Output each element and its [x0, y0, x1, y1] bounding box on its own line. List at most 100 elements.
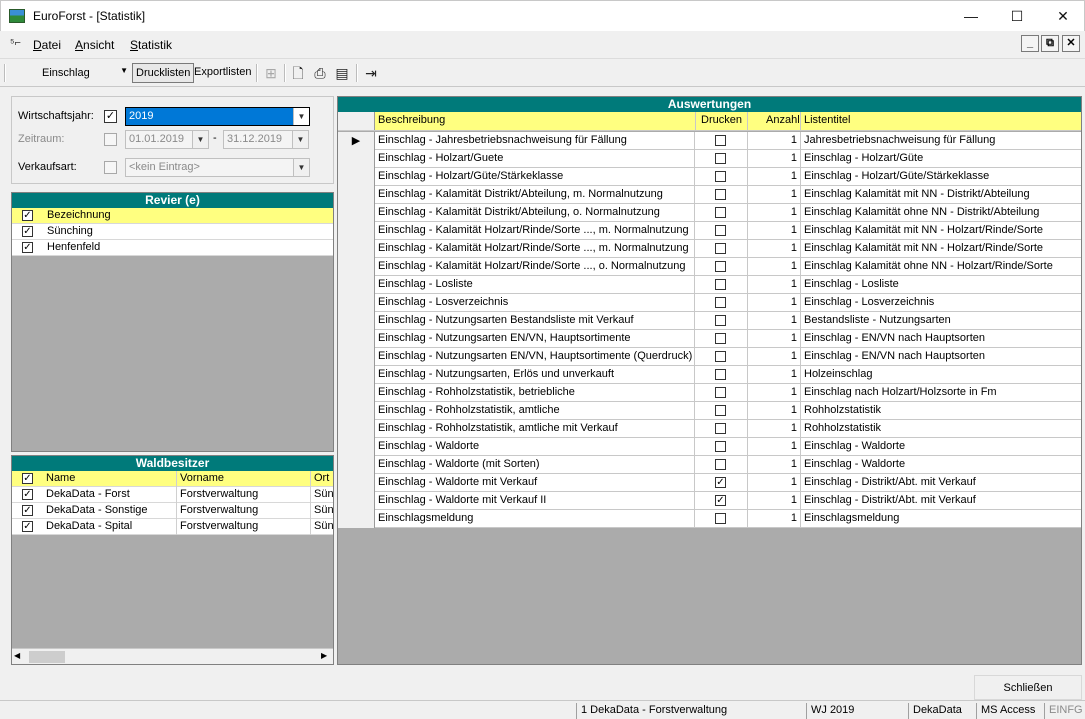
mdi-close-button[interactable]: ✕ [1062, 35, 1080, 52]
schliessen-button[interactable]: Schließen [974, 675, 1082, 700]
select-all-checkbox[interactable]: ✓ [22, 473, 33, 484]
row-indicator[interactable]: ▶ [338, 132, 375, 150]
column-anzahl[interactable]: Anzahl [766, 114, 800, 126]
drucken-checkbox[interactable] [715, 459, 726, 470]
row-indicator[interactable] [338, 366, 375, 384]
report-row[interactable]: Einschlag - Kalamität Holzart/Rinde/Sort… [338, 222, 1081, 240]
drucken-checkbox[interactable] [715, 261, 726, 272]
report-row[interactable]: Einschlag - Waldorte mit Verkauf II ✓ 1 Ein… [338, 492, 1081, 510]
wirtschaftsjahr-checkbox[interactable]: ✓ [104, 110, 117, 123]
wirtschaftsjahr-select[interactable]: 2019 ▼ [125, 107, 310, 126]
report-row[interactable]: Einschlag - Kalamität Holzart/Rinde/Sort… [338, 258, 1081, 276]
row-indicator[interactable] [338, 204, 375, 222]
drucken-checkbox[interactable] [715, 333, 726, 344]
report-row[interactable]: Einschlag - Nutzungsarten Bestandsliste … [338, 312, 1081, 330]
drucken-checkbox[interactable]: ✓ [715, 477, 726, 488]
report-row[interactable]: Einschlag - Kalamität Holzart/Rinde/Sort… [338, 240, 1081, 258]
report-row[interactable]: Einschlag - Kalamität Distrikt/Abteilung… [338, 204, 1081, 222]
horizontal-scrollbar[interactable]: ◀ ▶ [12, 648, 333, 664]
drucken-checkbox[interactable] [715, 315, 726, 326]
row-checkbox[interactable]: ✓ [22, 226, 33, 237]
row-indicator[interactable] [338, 186, 375, 204]
row-indicator[interactable] [338, 222, 375, 240]
row-indicator[interactable] [338, 276, 375, 294]
table-row[interactable]: ✓ DekaData - Spital Forstverwaltung Süne [12, 519, 333, 535]
row-indicator[interactable] [338, 240, 375, 258]
tab-drucklisten[interactable]: Drucklisten [132, 63, 195, 83]
verkaufsart-checkbox[interactable] [104, 161, 117, 174]
printer-settings-icon[interactable]: ▤ [333, 64, 351, 82]
row-indicator[interactable] [338, 474, 375, 492]
select-all-checkbox[interactable]: ✓ [22, 210, 33, 221]
drucken-checkbox[interactable] [715, 387, 726, 398]
list-icon[interactable]: ⊞ [262, 64, 280, 82]
menu-statistik[interactable]: Statistik [130, 38, 172, 52]
row-indicator[interactable] [338, 510, 375, 528]
drucken-checkbox[interactable] [715, 351, 726, 362]
row-indicator[interactable] [338, 258, 375, 276]
report-row[interactable]: Einschlag - Losverzeichnis 1 Einschlag - L… [338, 294, 1081, 312]
table-row[interactable]: ✓ DekaData - Sonstige Forstverwaltung Sü… [12, 503, 333, 519]
report-row[interactable]: Einschlag - Waldorte mit Verkauf ✓ 1 Einsch… [338, 474, 1081, 492]
row-indicator[interactable] [338, 456, 375, 474]
report-row[interactable]: Einschlag - Rohholzstatistik, amtliche 1 R… [338, 402, 1081, 420]
row-indicator[interactable] [338, 168, 375, 186]
mdi-minimize-button[interactable]: _ [1021, 35, 1039, 52]
drucken-checkbox[interactable] [715, 369, 726, 380]
drucken-checkbox[interactable] [715, 279, 726, 290]
column-beschreibung[interactable]: Beschreibung [378, 114, 445, 126]
menu-datei[interactable]: Datei [33, 38, 61, 52]
report-row[interactable]: Einschlag - Nutzungsarten EN/VN, Hauptso… [338, 330, 1081, 348]
print-preview-icon[interactable]: 🗋 [289, 64, 307, 82]
row-indicator[interactable] [338, 420, 375, 438]
menu-ansicht[interactable]: Ansicht [75, 38, 114, 52]
waldbesitzer-header-row[interactable]: ✓ Name Vorname Ort [12, 471, 333, 487]
printer-icon[interactable]: ⎙ [311, 64, 329, 82]
row-indicator[interactable] [338, 402, 375, 420]
row-indicator[interactable] [338, 330, 375, 348]
row-checkbox[interactable]: ✓ [22, 505, 33, 516]
row-indicator[interactable] [338, 438, 375, 456]
verkaufsart-select[interactable]: <kein Eintrag> ▼ [125, 158, 310, 177]
report-row[interactable]: Einschlag - Losliste 1 Einschlag - Loslist… [338, 276, 1081, 294]
table-row[interactable]: ✓ Henfenfeld [12, 240, 333, 256]
revier-header-row[interactable]: ✓ Bezeichnung [12, 208, 333, 224]
row-checkbox[interactable]: ✓ [22, 521, 33, 532]
report-row[interactable]: ▶ Einschlag - Jahresbetriebsnachweisung f… [338, 132, 1081, 150]
zeitraum-from-field[interactable]: 01.01.2019 ▼ [125, 130, 209, 149]
scroll-right-icon[interactable]: ▶ [321, 651, 327, 660]
row-indicator[interactable] [338, 492, 375, 510]
row-indicator[interactable] [338, 150, 375, 168]
report-row[interactable]: Einschlag - Rohholzstatistik, betrieblic… [338, 384, 1081, 402]
drucken-checkbox[interactable] [715, 243, 726, 254]
drucken-checkbox[interactable] [715, 297, 726, 308]
report-row[interactable]: Einschlag - Holzart/Güte/Stärkeklasse 1 Ei… [338, 168, 1081, 186]
scroll-left-icon[interactable]: ◀ [14, 651, 20, 660]
maximize-button[interactable]: ☐ [994, 1, 1040, 31]
column-ort[interactable]: Ort [311, 471, 333, 487]
drucken-checkbox[interactable] [715, 423, 726, 434]
drucken-checkbox[interactable] [715, 225, 726, 236]
report-row[interactable]: Einschlagsmeldung 1 Einschlagsmeldung [338, 510, 1081, 528]
report-row[interactable]: Einschlag - Waldorte 1 Einschlag - Waldort… [338, 438, 1081, 456]
row-indicator[interactable] [338, 348, 375, 366]
report-row[interactable]: Einschlag - Nutzungsarten EN/VN, Hauptso… [338, 348, 1081, 366]
row-checkbox[interactable]: ✓ [22, 489, 33, 500]
report-category-select[interactable]: Einschlag ▼ [10, 63, 128, 83]
drucken-checkbox[interactable] [715, 135, 726, 146]
table-row[interactable]: ✓ DekaData - Forst Forstverwaltung Süne [12, 487, 333, 503]
report-row[interactable]: Einschlag - Kalamität Distrikt/Abteilung… [338, 186, 1081, 204]
row-indicator[interactable] [338, 312, 375, 330]
exit-icon[interactable]: ⇥ [362, 64, 380, 82]
minimize-button[interactable]: — [948, 1, 994, 31]
drucken-checkbox[interactable] [715, 207, 726, 218]
drucken-checkbox[interactable] [715, 405, 726, 416]
drucken-checkbox[interactable] [715, 153, 726, 164]
drucken-checkbox[interactable] [715, 441, 726, 452]
zeitraum-to-field[interactable]: 31.12.2019 ▼ [223, 130, 309, 149]
zeitraum-checkbox[interactable] [104, 133, 117, 146]
drucken-checkbox[interactable] [715, 171, 726, 182]
drucken-checkbox[interactable]: ✓ [715, 495, 726, 506]
tab-exportlisten[interactable]: Exportlisten [191, 63, 254, 83]
column-vorname[interactable]: Vorname [177, 471, 311, 487]
